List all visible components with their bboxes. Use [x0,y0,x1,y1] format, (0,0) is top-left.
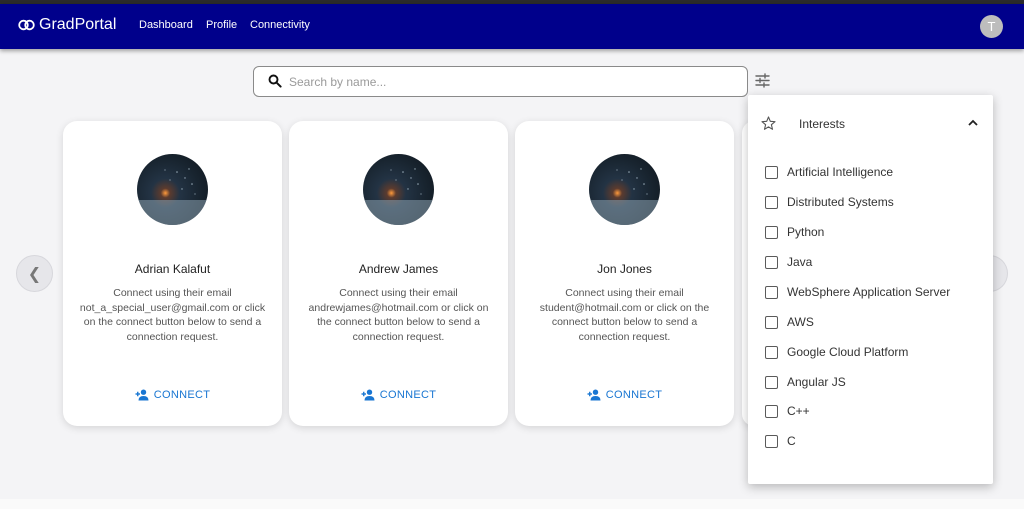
checkbox[interactable] [765,225,778,239]
interest-option[interactable]: AWS [765,315,814,329]
connect-label: CONNECT [153,389,211,401]
brand-name: GradPortal [39,16,117,33]
profile-name: Adrian Kalafut [134,262,211,276]
interest-label: Python [787,225,825,239]
connect-button[interactable]: CONNECT [289,389,508,401]
chevron-up-icon[interactable] [967,118,979,128]
interest-label: Angular JS [787,375,846,389]
bottom-edge [0,499,1024,509]
profile-name: Jon Jones [597,262,652,276]
star-outline-icon [761,116,776,130]
nav-dashboard[interactable]: Dashboard [139,19,193,31]
checkbox[interactable] [765,375,778,389]
profile-card: Jon Jones Connect using their email stud… [515,121,734,426]
checkbox[interactable] [765,195,778,209]
checkbox[interactable] [765,285,778,299]
profile-name: Andrew James [358,262,439,276]
interest-label: Java [787,255,813,269]
person-add-icon [587,389,601,401]
carousel-prev-button[interactable]: ❮ [16,255,53,292]
interest-option[interactable]: WebSphere Application Server [765,285,950,299]
brand[interactable]: GradPortal [18,16,116,34]
interest-label: WebSphere Application Server [787,285,951,299]
search-field[interactable]: Search by name... [253,66,748,97]
person-add-icon [361,389,375,401]
checkbox[interactable] [765,255,778,269]
chevron-left-icon: ❮ [27,265,42,283]
interest-label: AWS [787,315,814,329]
interest-option[interactable]: Artificial Intelligence [765,165,893,179]
interest-option[interactable]: Python [765,225,824,239]
logo-icon [18,19,35,31]
profile-description: Connect using their email andrewjames@ho… [308,287,489,343]
interest-label: C++ [787,404,810,418]
nav-profile[interactable]: Profile [206,19,237,31]
interest-option[interactable]: Google Cloud Platform [765,345,908,359]
interest-label: Google Cloud Platform [787,345,909,359]
profile-card: Andrew James Connect using their email a… [289,121,508,426]
checkbox[interactable] [765,404,778,418]
interests-header[interactable]: Interests [748,95,993,151]
profile-description: Connect using their email student@hotmai… [539,287,710,343]
interest-option[interactable]: Angular JS [765,375,846,389]
connect-label: CONNECT [379,389,437,401]
checkbox[interactable] [765,165,778,179]
search-icon [268,74,282,88]
connect-button[interactable]: CONNECT [515,389,734,401]
checkbox[interactable] [765,434,778,448]
profile-card: Adrian Kalafut Connect using their email… [63,121,282,426]
interests-title: Interests [799,117,846,131]
connect-label: CONNECT [605,389,663,401]
profile-description: Connect using their email not_a_special_… [79,287,266,343]
interest-option[interactable]: C++ [765,404,810,418]
interest-option[interactable]: C [765,434,796,448]
person-add-icon [135,389,149,401]
profile-photo [589,154,660,225]
interest-label: Artificial Intelligence [787,165,894,179]
checkbox[interactable] [765,315,778,329]
interests-filter-panel: Interests Artificial Intelligence Distri… [748,95,993,484]
profile-photo [363,154,434,225]
connect-button[interactable]: CONNECT [63,389,282,401]
navbar: GradPortal Dashboard Profile Connectivit… [0,4,1024,49]
interest-option[interactable]: Java [765,255,812,269]
interest-label: Distributed Systems [787,195,894,209]
interest-label: C [787,434,796,448]
search-input[interactable]: Search by name... [289,75,386,89]
profile-photo [137,154,208,225]
checkbox[interactable] [765,345,778,359]
interest-option[interactable]: Distributed Systems [765,195,894,209]
user-avatar[interactable]: T [980,15,1003,38]
nav-connectivity[interactable]: Connectivity [250,19,310,31]
tune-icon[interactable] [755,73,770,88]
